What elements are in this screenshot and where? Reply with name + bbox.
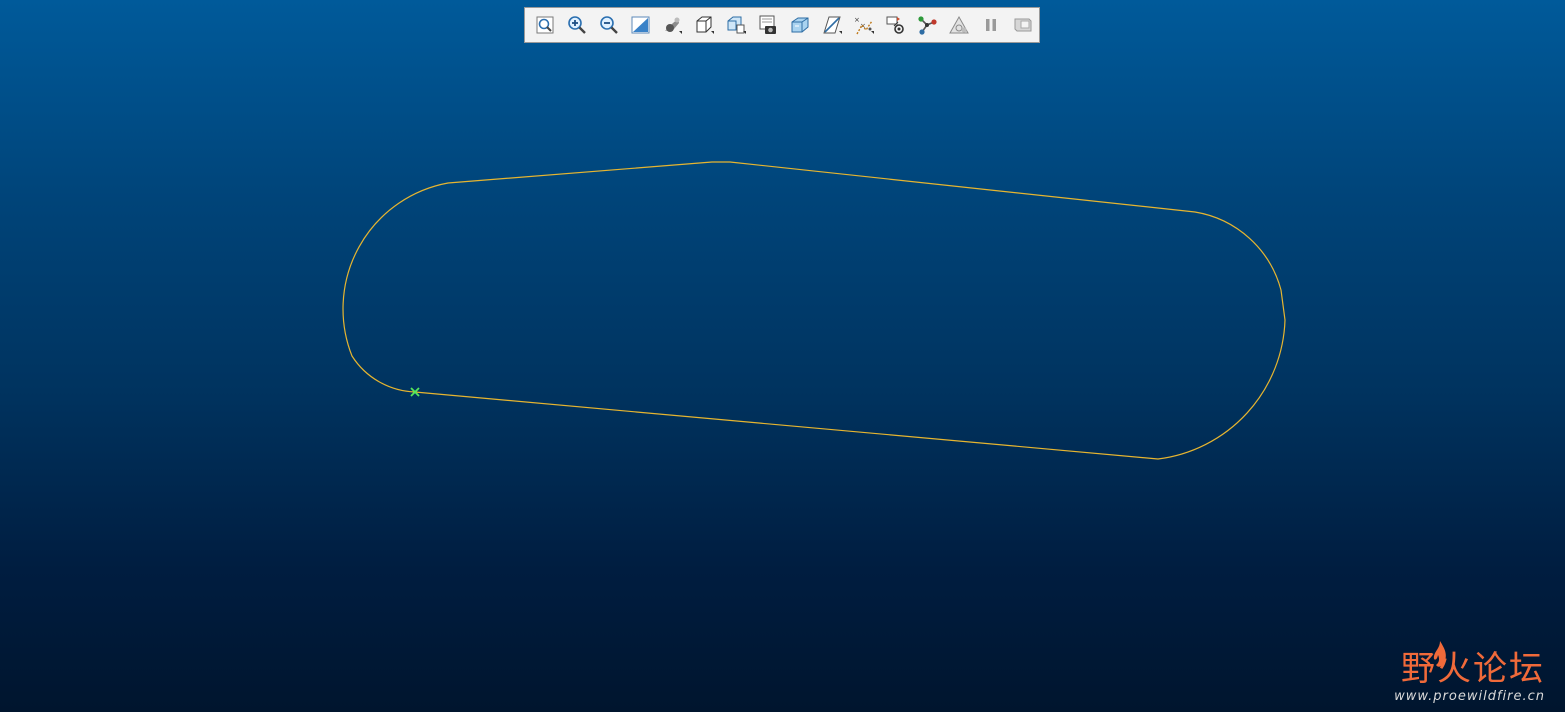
watermark: 野火论坛 www.proewildfire.cn	[1394, 641, 1545, 704]
sketch-canvas[interactable]	[0, 0, 1565, 712]
watermark-url: www.proewildfire.cn	[1394, 689, 1545, 704]
watermark-title: 野火论坛	[1401, 649, 1545, 689]
sketch-outline[interactable]	[342, 161, 1286, 460]
flame-icon	[1433, 641, 1446, 667]
